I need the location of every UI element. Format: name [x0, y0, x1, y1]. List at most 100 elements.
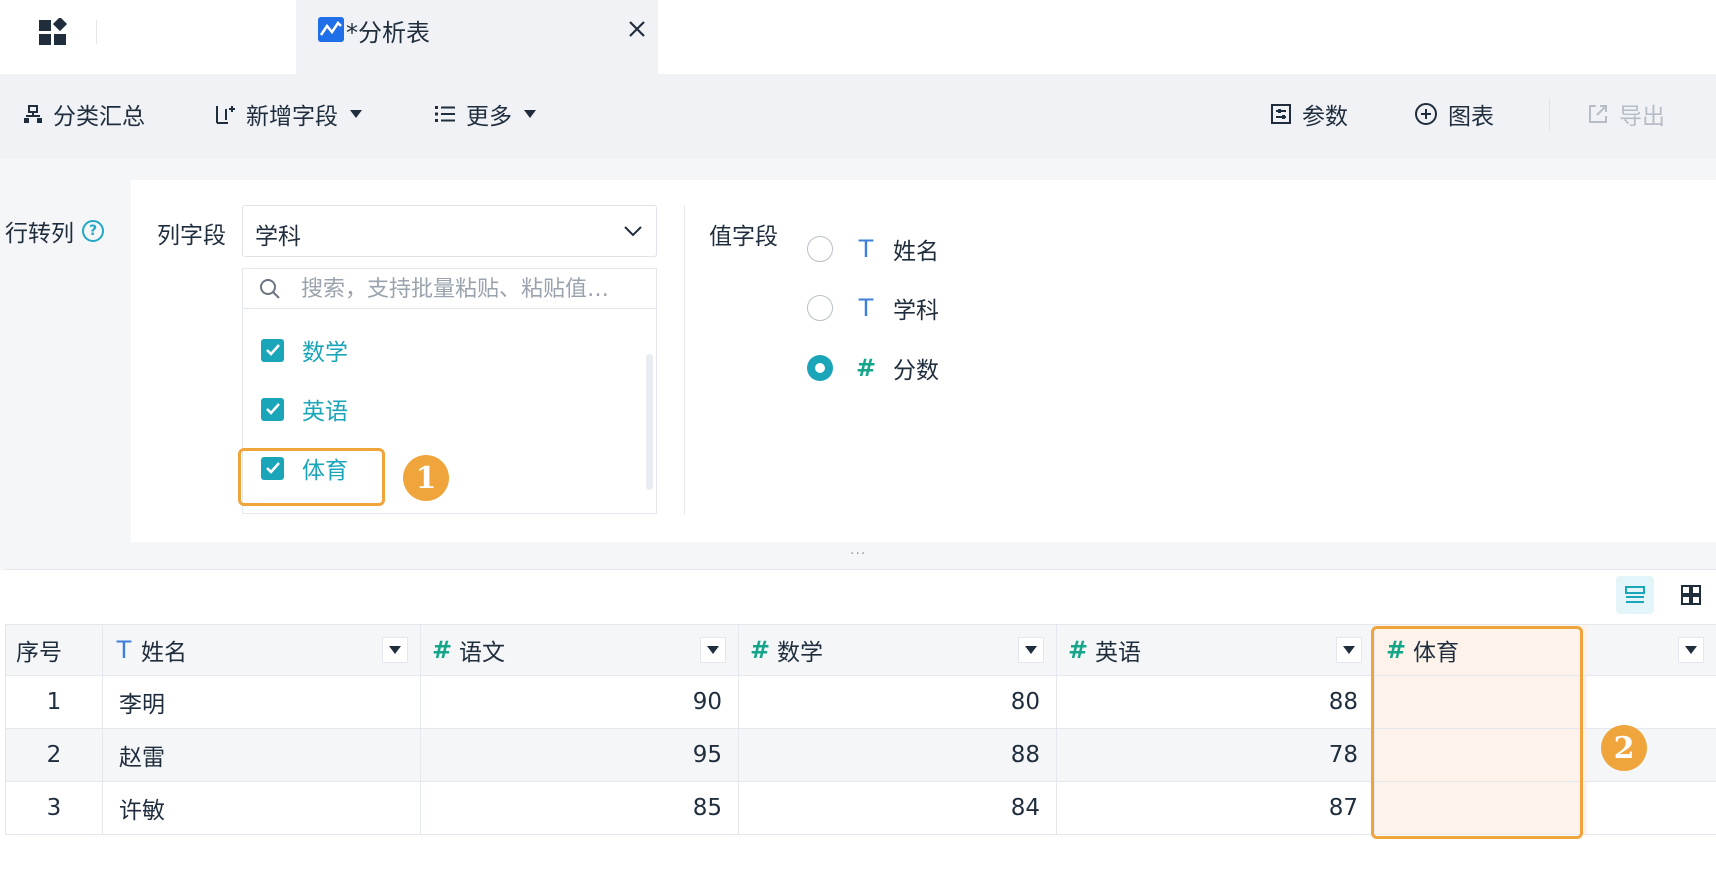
column-field-label: 列字段 [157, 223, 226, 249]
radio-button-selected[interactable] [807, 355, 833, 381]
chevron-down-icon [524, 110, 536, 118]
cell-name[interactable]: 赵雷 [103, 729, 421, 781]
step-badge-1: 1 [403, 455, 449, 501]
apps-icon[interactable] [39, 18, 69, 46]
column-dropdown-icon[interactable] [1018, 637, 1044, 663]
column-dropdown-icon[interactable] [1336, 637, 1362, 663]
cell-english[interactable]: 88 [1057, 676, 1375, 728]
section-divider [5, 569, 1716, 570]
option-math[interactable]: 数学 [261, 333, 348, 367]
number-type-icon: # [1067, 636, 1089, 664]
value-field-label: 值字段 [709, 224, 778, 250]
export-label: 导出 [1619, 104, 1665, 130]
help-icon[interactable]: ? [82, 220, 104, 242]
value-field-option-label: 学科 [893, 298, 939, 324]
column-dropdown-icon[interactable] [1678, 637, 1704, 663]
cell-chinese[interactable]: 95 [421, 729, 739, 781]
header-label: 序号 [16, 640, 62, 666]
value-field-score[interactable]: # 分数 [807, 352, 939, 384]
text-type-icon: T [858, 294, 874, 322]
group-summary-button[interactable]: 分类汇总 [23, 96, 145, 132]
search-input[interactable] [301, 273, 641, 305]
radio-button[interactable] [807, 236, 833, 262]
highlight-box-pe-column [1371, 626, 1583, 839]
cell-chinese[interactable]: 90 [421, 676, 739, 728]
option-label: 英语 [302, 399, 348, 425]
grid-view-button[interactable] [1672, 576, 1710, 614]
text-type-icon: T [858, 235, 874, 263]
header-chinese[interactable]: # 语文 [421, 625, 739, 675]
add-field-icon [216, 106, 235, 124]
option-label: 数学 [302, 340, 348, 366]
value-field-subject[interactable]: T 学科 [807, 292, 939, 324]
add-field-label: 新增字段 [246, 104, 338, 130]
number-type-icon: # [749, 636, 771, 664]
value-field-option-label: 分数 [893, 358, 939, 384]
number-type-icon: # [855, 354, 877, 382]
panel-divider [684, 205, 685, 515]
more-label: 更多 [466, 104, 512, 130]
row-to-column-label: 行转列 ? [5, 214, 104, 248]
params-label: 参数 [1302, 104, 1348, 130]
plus-circle-icon [1415, 103, 1437, 125]
header-label: 姓名 [141, 640, 187, 666]
toolbar: 分类汇总 新增字段 更多 参数 图表 导出 [0, 74, 1716, 158]
header-english[interactable]: # 英语 [1057, 625, 1375, 675]
value-field-name[interactable]: T 姓名 [807, 233, 939, 265]
header-index: 序号 [5, 625, 103, 675]
cell-chinese[interactable]: 85 [421, 782, 739, 834]
header-label: 语文 [459, 640, 505, 666]
cell-math[interactable]: 88 [739, 729, 1057, 781]
cell-name[interactable]: 许敏 [103, 782, 421, 834]
analysis-icon [318, 17, 344, 42]
text-type-icon: T [116, 636, 132, 664]
cell-name[interactable]: 李明 [103, 676, 421, 728]
tab-separator [96, 20, 97, 44]
chart-button[interactable]: 图表 [1414, 96, 1494, 132]
group-summary-label: 分类汇总 [53, 104, 145, 130]
option-english[interactable]: 英语 [261, 392, 348, 426]
row-to-column-config: 行转列 ? 列字段 学科 数学 [0, 158, 1716, 570]
close-icon[interactable] [626, 18, 648, 40]
radio-button[interactable] [807, 295, 833, 321]
grid-view-icon [1681, 585, 1701, 605]
more-button[interactable]: 更多 [434, 96, 536, 132]
column-dropdown-icon[interactable] [382, 637, 408, 663]
step-badge-2: 2 [1601, 725, 1647, 771]
search-box [243, 269, 656, 309]
list-view-button[interactable] [1616, 576, 1654, 614]
export-button[interactable]: 导出 [1587, 96, 1665, 132]
checkbox-icon[interactable] [261, 338, 284, 362]
tab-analysis-table[interactable]: *分析表 [296, 0, 658, 74]
cell-english[interactable]: 78 [1057, 729, 1375, 781]
number-type-icon: # [431, 636, 453, 664]
add-field-button[interactable]: 新增字段 [214, 96, 362, 132]
resize-handle[interactable]: ··· [850, 546, 866, 562]
list-scrollbar[interactable] [646, 354, 653, 490]
params-button[interactable]: 参数 [1270, 96, 1348, 132]
hierarchy-icon [24, 105, 42, 123]
header-label: 数学 [777, 640, 823, 666]
header-math[interactable]: # 数学 [739, 625, 1057, 675]
cell-index: 3 [5, 782, 103, 834]
list-icon [435, 106, 455, 122]
cell-math[interactable]: 80 [739, 676, 1057, 728]
params-icon [1271, 104, 1291, 124]
chevron-down-icon [624, 226, 642, 237]
tab-bar: *分析表 [0, 0, 1716, 74]
chart-label: 图表 [1448, 104, 1494, 130]
header-label: 英语 [1095, 640, 1141, 666]
checkbox-icon[interactable] [261, 397, 284, 421]
list-view-icon [1625, 586, 1645, 603]
header-name[interactable]: T 姓名 [103, 625, 421, 675]
highlight-box-pe-option [238, 448, 385, 506]
column-field-select[interactable]: 学科 [242, 205, 657, 257]
cell-index: 2 [5, 729, 103, 781]
cell-math[interactable]: 84 [739, 782, 1057, 834]
chevron-down-icon [350, 110, 362, 118]
column-dropdown-icon[interactable] [700, 637, 726, 663]
export-icon [1589, 105, 1607, 123]
cell-english[interactable]: 87 [1057, 782, 1375, 834]
row-to-column-title: 行转列 [5, 221, 74, 247]
search-icon [260, 279, 280, 299]
